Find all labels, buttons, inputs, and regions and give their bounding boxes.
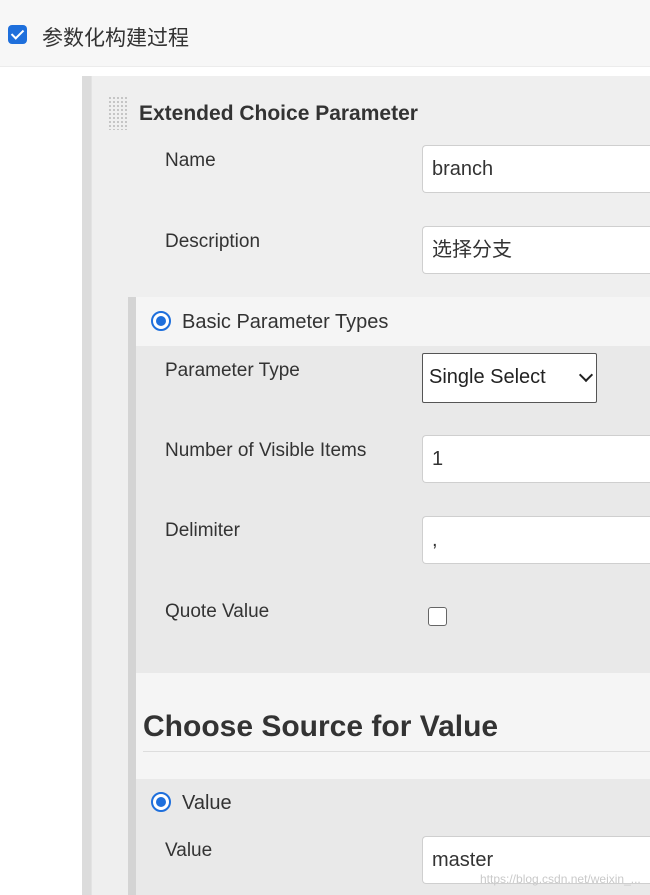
parameterized-build-label: 参数化构建过程 [42,27,189,50]
drag-handle-icon[interactable] [108,96,128,130]
parameterized-build-row: 参数化构建过程 [0,0,650,67]
delimiter-label: Delimiter [165,520,240,541]
parameter-type-label: Parameter Type [165,360,300,381]
section-divider [143,751,650,752]
name-input[interactable]: branch [422,145,650,193]
parameter-title: Extended Choice Parameter [139,102,418,125]
parameter-block-border [82,76,91,895]
basic-parameter-types-radio[interactable] [151,311,171,331]
visible-items-label: Number of Visible Items [165,440,367,461]
value-label: Value [165,840,213,861]
parameter-type-select[interactable]: Single Select [422,353,597,403]
parameterized-build-checkbox[interactable] [8,25,27,44]
value-source-radio[interactable] [151,792,171,812]
name-label: Name [165,150,216,171]
visible-items-input[interactable]: 1 [422,435,650,483]
value-source-label: Value [182,792,232,814]
parameter-type-selected: Single Select [429,366,546,388]
quote-value-label: Quote Value [165,601,270,622]
description-label: Description [165,231,261,252]
quote-value-checkbox[interactable] [428,607,447,626]
choose-source-heading: Choose Source for Value [143,710,499,743]
basic-parameter-border [128,297,136,895]
basic-parameter-types-label: Basic Parameter Types [182,311,389,333]
delimiter-input[interactable]: , [422,516,650,564]
description-input[interactable]: 选择分支 [422,226,650,274]
watermark: https://blog.csdn.net/weixin_... [480,872,641,886]
chevron-down-icon [580,370,590,380]
